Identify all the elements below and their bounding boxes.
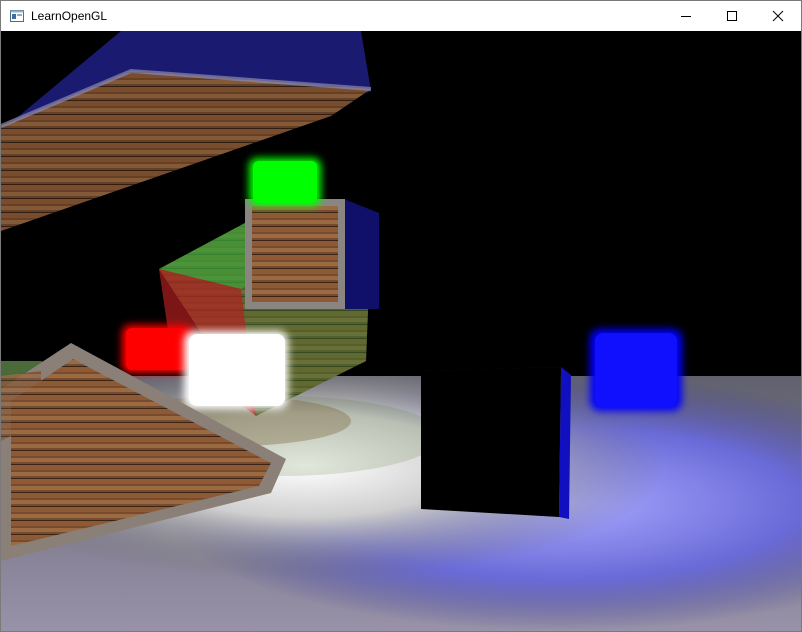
app-window: LearnOpenGL [0, 0, 802, 632]
caption-buttons [663, 1, 801, 31]
maximize-button[interactable] [709, 1, 755, 31]
close-icon [772, 10, 784, 22]
opengl-render-viewport[interactable] [1, 31, 801, 631]
minimize-icon [681, 16, 691, 17]
rendered-scene [1, 31, 801, 631]
title-bar[interactable]: LearnOpenGL [1, 1, 801, 31]
maximize-icon [727, 11, 737, 21]
crate-center [245, 199, 379, 309]
dark-cube [421, 367, 571, 519]
opengl-window-icon [9, 8, 25, 24]
close-button[interactable] [755, 1, 801, 31]
minimize-button[interactable] [663, 1, 709, 31]
window-title: LearnOpenGL [31, 9, 108, 23]
